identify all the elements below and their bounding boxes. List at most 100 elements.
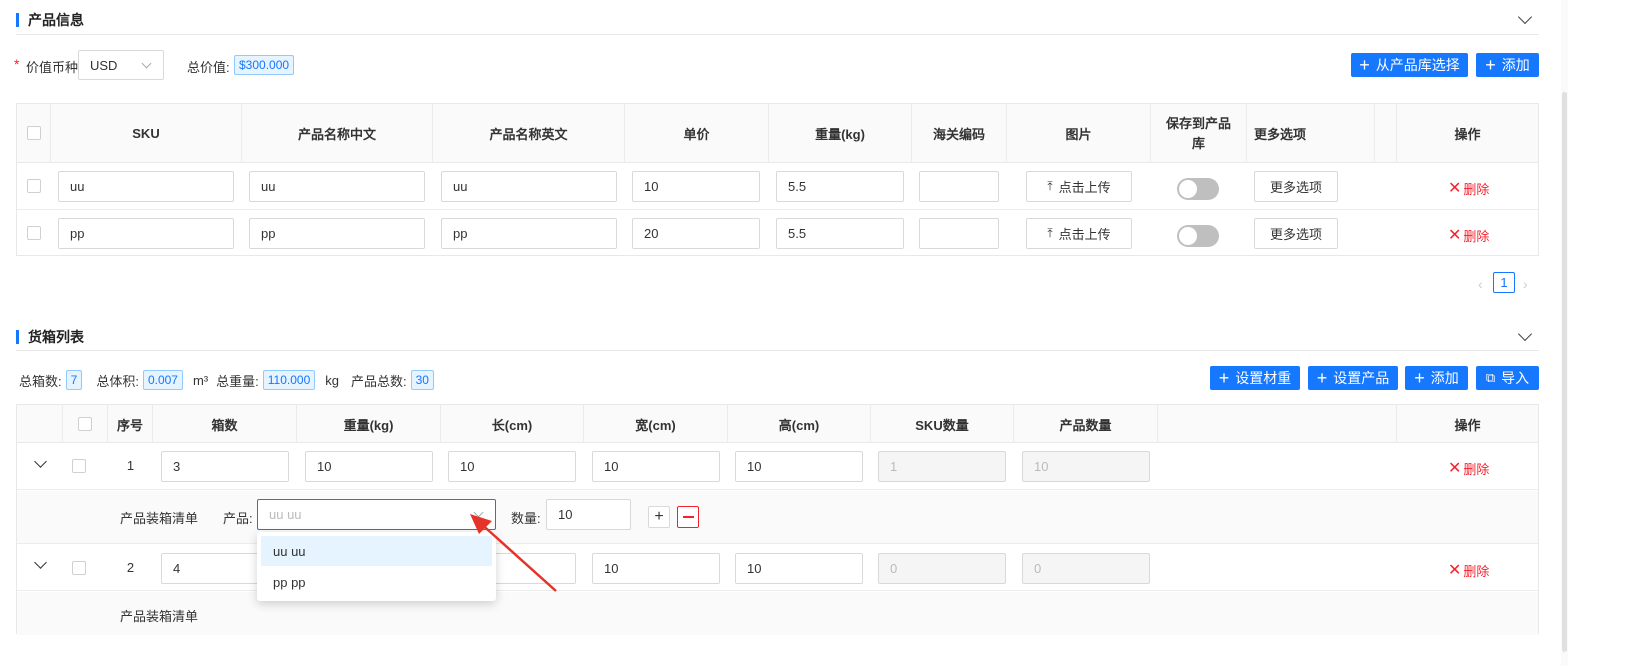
price-input[interactable]: 20 [632,218,760,249]
add-box-button[interactable]: + 添加 [1405,366,1468,390]
row-checkbox[interactable] [27,179,41,193]
close-icon: ✕ [1448,226,1462,244]
product-section-header: 产品信息 [16,10,84,30]
page-1-button[interactable]: 1 [1493,272,1515,293]
section-marker [16,330,19,344]
customs-code-input[interactable] [919,171,999,202]
upload-button[interactable]: ⤒ 点击上传 [1026,218,1132,249]
dropdown-option[interactable]: uu uu [261,536,492,566]
select-from-library-label: 从产品库选择 [1375,57,1460,73]
length-input[interactable]: 10 [448,451,576,482]
add-item-button[interactable]: + [648,506,670,528]
weight-input[interactable]: 10 [305,451,433,482]
col-name-cn: 产品名称中文 [242,104,433,163]
col-spacer [1158,405,1397,443]
product-label: 产品: [223,511,253,526]
delete-row-button[interactable]: ✕ 删除 [1448,226,1489,245]
prev-page-icon[interactable]: ‹ [1478,276,1483,292]
save-to-library-toggle[interactable] [1177,225,1219,247]
sku-input[interactable]: pp [58,218,234,249]
col-actions: 操作 [1397,405,1538,443]
product-select-placeholder: uu uu [269,507,302,522]
col-actions: 操作 [1397,104,1538,163]
plus-icon: + [1414,368,1425,388]
box-section-title: 货箱列表 [28,329,84,345]
chevron-down-icon [141,58,152,69]
row-checkbox[interactable] [72,561,86,575]
packing-list-row: 产品装箱清单 [17,592,1538,635]
import-icon: ⧉ [1485,370,1496,385]
packing-list-label: 产品装箱清单 [120,511,199,526]
width-input[interactable]: 10 [592,451,720,482]
price-input[interactable]: 10 [632,171,760,202]
col-price: 单价 [625,104,769,163]
product-qty-input: 10 [1022,451,1150,482]
name-en-input[interactable]: uu [441,171,617,202]
scrollbar-track[interactable] [1561,0,1568,666]
delete-label: 删除 [1463,229,1490,244]
more-options-button[interactable]: 更多选项 [1254,218,1338,249]
dropdown-option[interactable]: pp pp [261,567,492,597]
col-product-qty: 产品数量 [1014,405,1158,443]
name-en-input[interactable]: pp [441,218,617,249]
col-weight: 重量(kg) [297,405,441,443]
plus-icon: + [1316,368,1328,388]
upload-label: 点击上传 [1058,227,1111,242]
table-row: pp pp pp 20 5.5 ⤒ 点击上传 更多选项 ✕ 删除 [17,210,1538,256]
weight-unit: kg [325,372,339,388]
product-qty-input: 0 [1022,553,1150,584]
total-value-label: 总价值: [187,60,230,75]
row-checkbox[interactable] [72,459,86,473]
col-length: 长(cm) [441,405,584,443]
product-table: SKU 产品名称中文 产品名称英文 单价 重量(kg) 海关编码 图片 保存到产… [16,103,1539,256]
delete-box-button[interactable]: ✕ 删除 [1448,561,1489,580]
select-all-checkbox[interactable] [78,417,92,431]
sku-input[interactable]: uu [58,171,234,202]
close-icon: ✕ [1448,561,1462,579]
scrollbar-thumb[interactable] [1562,92,1567,652]
delete-box-button[interactable]: ✕ 删除 [1448,459,1489,478]
select-from-library-button[interactable]: + 从产品库选择 [1351,53,1468,77]
total-volume-badge: 0.007 [142,370,183,390]
name-cn-input[interactable]: pp [249,218,425,249]
collapse-product-section-icon[interactable] [1517,9,1533,25]
sku-qty-input: 0 [878,553,1006,584]
customs-code-input[interactable] [919,218,999,249]
next-page-icon[interactable]: › [1523,276,1528,292]
save-to-library-toggle[interactable] [1177,178,1219,200]
add-box-label: 添加 [1430,370,1459,386]
currency-select[interactable]: USD [78,50,164,80]
section-marker [16,13,19,27]
set-product-button[interactable]: + 设置产品 [1308,366,1398,390]
collapse-box-section-icon[interactable] [1517,326,1533,342]
boxes-input[interactable]: 3 [161,451,289,482]
add-product-button[interactable]: + 添加 [1476,53,1539,77]
box-table: 序号 箱数 重量(kg) 长(cm) 宽(cm) 高(cm) SKU数量 产品数… [16,404,1539,635]
set-material-weight-button[interactable]: + 设置材重 [1210,366,1300,390]
more-options-button[interactable]: 更多选项 [1254,171,1338,202]
col-name-en: 产品名称英文 [433,104,625,163]
delete-label: 删除 [1463,182,1490,197]
height-input[interactable]: 10 [735,553,863,584]
import-button[interactable]: ⧉ 导入 [1476,366,1539,390]
sku-qty-input: 1 [878,451,1006,482]
currency-label: 价值币种 [26,60,79,75]
col-boxes: 箱数 [153,405,297,443]
expand-row-icon[interactable] [34,455,47,468]
height-input[interactable]: 10 [735,451,863,482]
divider [16,350,1539,351]
row-checkbox[interactable] [27,226,41,240]
weight-input[interactable]: 5.5 [776,171,904,202]
total-weight-label: 总重量: [216,373,259,389]
name-cn-input[interactable]: uu [249,171,425,202]
volume-unit: m³ [192,372,209,388]
select-all-checkbox[interactable] [27,126,41,140]
delete-row-button[interactable]: ✕ 删除 [1448,179,1489,198]
total-value-badge: $300.000 [234,55,295,75]
delete-label: 删除 [1463,564,1490,579]
remove-item-button[interactable] [677,506,699,528]
upload-button[interactable]: ⤒ 点击上传 [1026,171,1132,202]
weight-input[interactable]: 5.5 [776,218,904,249]
width-input[interactable]: 10 [592,553,720,584]
expand-row-icon[interactable] [34,556,47,569]
